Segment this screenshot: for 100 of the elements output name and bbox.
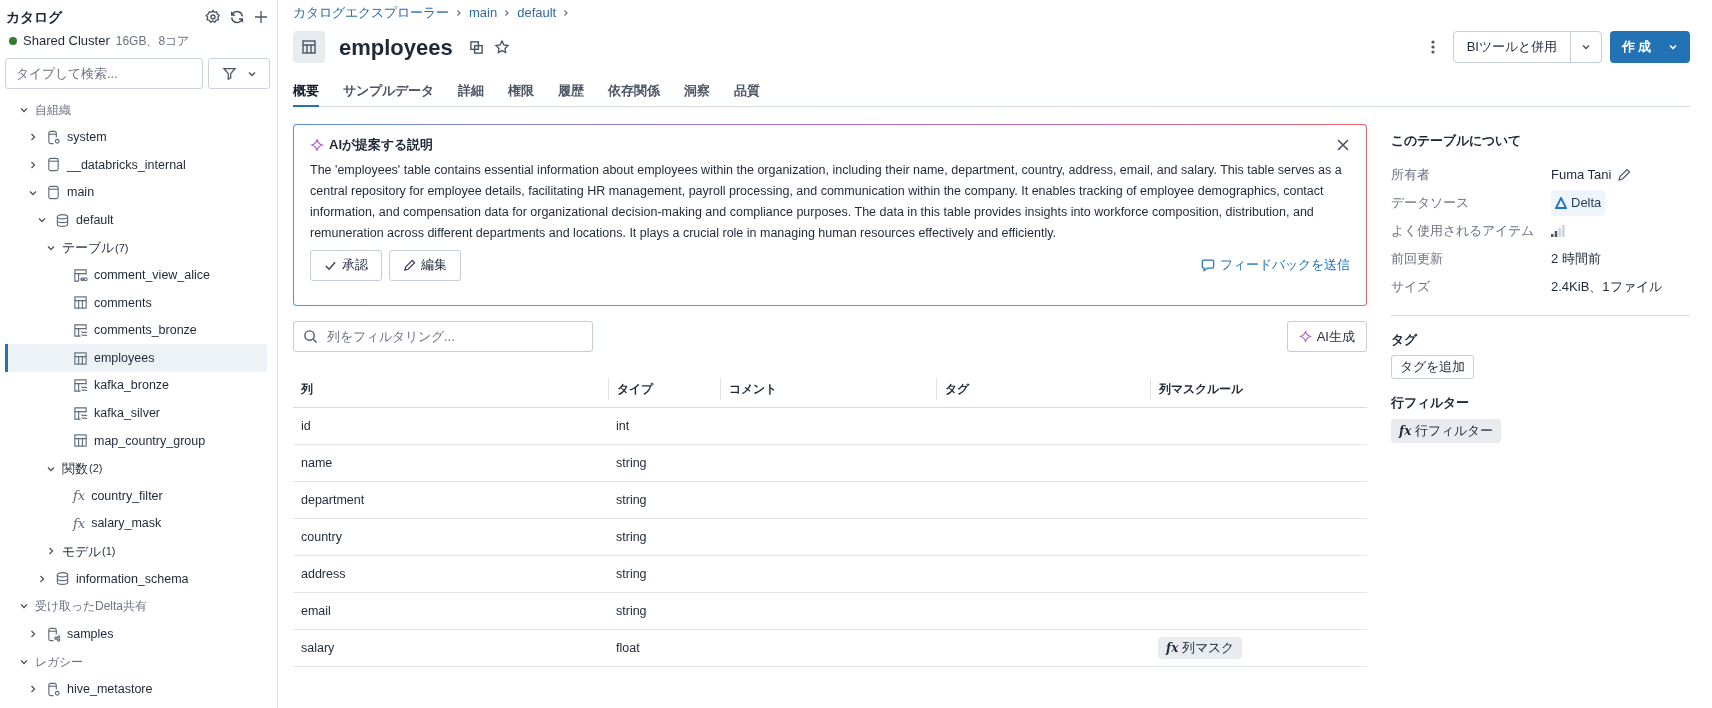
chevron-right-icon[interactable] — [46, 546, 56, 557]
item-label: system — [67, 129, 107, 146]
breadcrumb-link[interactable]: main — [469, 3, 498, 23]
filter-dropdown[interactable] — [208, 58, 270, 89]
column-header[interactable]: タグ — [945, 379, 969, 398]
function-icon: fx — [73, 486, 86, 506]
row-filter-tag[interactable]: fx 行フィルター — [1391, 418, 1502, 443]
function-icon: fx — [1399, 421, 1412, 440]
tree-section[interactable]: 受け取ったDelta共有 — [5, 592, 267, 621]
property-label: よく使用されるアイテム — [1391, 222, 1534, 238]
tree-item[interactable]: kafka_silver — [5, 399, 267, 428]
table-cell: string — [616, 455, 647, 470]
tab[interactable]: 詳細 — [458, 76, 484, 107]
search-field[interactable]: タイプして検索... — [5, 58, 203, 89]
tab[interactable]: 権限 — [508, 76, 534, 107]
function-icon: fx — [73, 513, 86, 534]
table-cell: salary — [301, 640, 335, 655]
breadcrumb-link[interactable]: default — [517, 3, 557, 23]
tab[interactable]: 概要 — [293, 76, 319, 107]
chevron-right-icon[interactable] — [37, 573, 47, 584]
function-icon: fx — [1166, 639, 1179, 657]
catalog-icon — [46, 157, 61, 173]
table-cell: string — [616, 492, 647, 507]
accept-button[interactable]: 承認 — [310, 249, 382, 281]
tree-item[interactable]: fx country_filter — [5, 482, 267, 510]
table-cell: country — [301, 529, 342, 544]
tree-item[interactable]: comments — [5, 289, 267, 317]
breadcrumb-link[interactable]: カタログエクスプローラー — [293, 3, 449, 23]
more-icon[interactable] — [1430, 40, 1435, 54]
property-label: データソース — [1391, 194, 1469, 210]
tree-item[interactable]: テーブル(7) — [5, 233, 267, 262]
star-icon[interactable] — [493, 39, 510, 55]
tab[interactable]: 品質 — [734, 76, 760, 107]
tree-section[interactable]: 自組織 — [5, 96, 267, 124]
chevron-right-icon[interactable] — [28, 160, 38, 170]
tree-item[interactable]: hive_metastore — [5, 675, 267, 704]
tab[interactable]: 洞察 — [684, 76, 710, 107]
tab[interactable]: サンプルデータ — [343, 76, 434, 107]
table-stream-icon — [73, 378, 88, 394]
column-mask-tag[interactable]: fx 列マスク — [1158, 637, 1243, 659]
tree-section[interactable]: レガシー — [5, 647, 267, 676]
settings-icon[interactable] — [205, 9, 221, 25]
chevron-right-icon[interactable] — [28, 132, 38, 143]
column-filter-field[interactable]: 列をフィルタリング... — [293, 321, 593, 352]
chevron-right-icon[interactable] — [28, 684, 38, 695]
create-button[interactable]: 作成 — [1610, 31, 1690, 63]
column-header[interactable]: タイプ — [617, 379, 653, 398]
tree-item[interactable]: main — [5, 178, 267, 207]
tab[interactable]: 依存関係 — [608, 76, 660, 107]
tree-item[interactable]: default — [5, 206, 267, 234]
tree-item[interactable]: comments_bronze — [5, 316, 267, 345]
tree-item[interactable]: information_schema — [5, 565, 267, 593]
property-value: 2 時間前 — [1551, 249, 1601, 268]
cluster-name[interactable]: Shared Cluster — [23, 31, 110, 51]
item-count: (7) — [115, 240, 129, 256]
item-count: (2) — [89, 461, 103, 477]
table-icon — [73, 433, 88, 449]
tab[interactable]: 履歴 — [558, 76, 584, 107]
tree-item[interactable]: fx salary_mask — [5, 509, 267, 538]
item-label: kafka_bronze — [94, 377, 170, 395]
data-source-tag[interactable]: Delta — [1551, 189, 1606, 216]
close-icon[interactable] — [1336, 137, 1350, 152]
add-icon[interactable] — [253, 9, 269, 25]
item-label: hive_metastore — [67, 680, 153, 698]
chevron-right-icon — [455, 9, 463, 17]
tree-item[interactable]: kafka_bronze — [5, 371, 267, 400]
catalog-share-icon — [46, 626, 61, 642]
tree-item[interactable]: samples — [5, 620, 267, 648]
column-header[interactable]: 列マスクルール — [1159, 379, 1243, 398]
tree-item[interactable]: map_country_group — [5, 427, 267, 455]
item-label: samples — [67, 625, 114, 643]
chevron-right-icon[interactable] — [28, 629, 38, 640]
column-header[interactable]: コメント — [729, 379, 777, 398]
tree-item[interactable]: comment_view_alice — [5, 261, 267, 290]
ai-generate-button[interactable]: AI生成 — [1286, 321, 1367, 352]
filter-icon — [221, 66, 237, 81]
table-cell: string — [616, 603, 647, 618]
tree-item[interactable]: employees — [5, 344, 267, 372]
pencil-icon — [403, 258, 416, 272]
tree-item[interactable]: __databricks_internal — [5, 151, 267, 179]
table-icon — [73, 350, 88, 366]
edit-button[interactable]: 編集 — [389, 249, 461, 281]
item-label: レガシー — [35, 653, 83, 671]
table-cell: float — [616, 640, 640, 655]
cluster-detail: 16GB、8コア — [115, 33, 190, 50]
search-icon — [303, 329, 318, 344]
table-cell: string — [616, 529, 647, 544]
pencil-icon[interactable] — [1617, 167, 1632, 182]
refresh-icon[interactable] — [229, 9, 245, 25]
table-stream-icon — [73, 405, 88, 421]
item-label: テーブル — [62, 239, 114, 257]
tree-item[interactable]: 関数(2) — [5, 454, 267, 483]
feedback-link[interactable]: フィードバックを送信 — [1201, 255, 1350, 275]
column-header[interactable]: 列 — [301, 379, 313, 398]
table-cell: string — [616, 566, 647, 581]
tree-item[interactable]: system — [5, 123, 267, 152]
add-tag-button[interactable]: タグを追加 — [1391, 355, 1474, 379]
item-label: comment_view_alice — [94, 267, 211, 284]
copy-icon[interactable] — [468, 39, 484, 55]
tree-item[interactable]: モデル(1) — [5, 537, 267, 566]
